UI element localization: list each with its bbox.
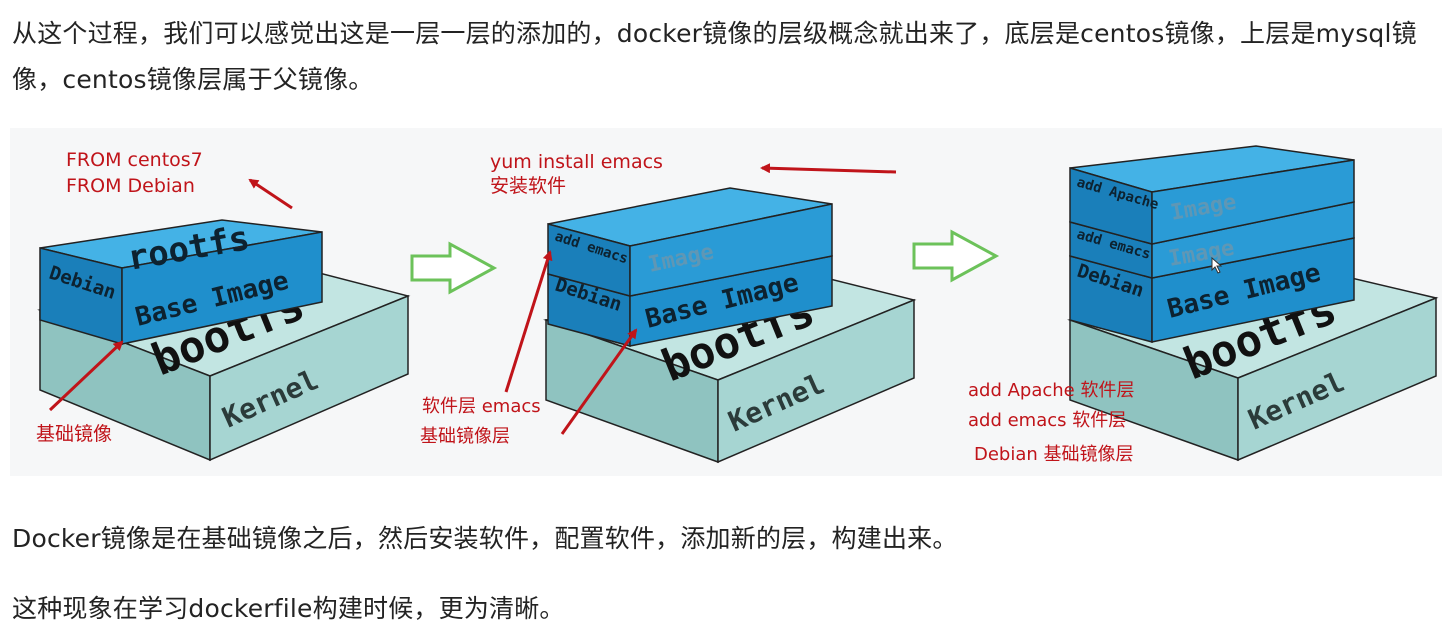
stack3-note-emacs: add emacs 软件层 xyxy=(968,410,1126,431)
stack-3: Kernel bootfs Debian Base Image add emac… xyxy=(968,145,1439,465)
next-arrow-2 xyxy=(912,229,1000,283)
stack1-arrow-up xyxy=(248,178,293,210)
stack3-note-apache: add Apache 软件层 xyxy=(968,380,1134,401)
stack2-arrow-emacs xyxy=(504,250,553,393)
stack2-note-layer-emacs: 软件层 emacs xyxy=(422,396,541,417)
dockerfile-paragraph: 这种现象在学习dockerfile构建时候，更为清晰。 xyxy=(12,594,565,623)
build-paragraph: Docker镜像是在基础镜像之后，然后安装软件，配置软件，添加新的层，构建出来。 xyxy=(12,524,958,553)
intro-paragraph: 从这个过程，我们可以感觉出这是一层一层的添加的，docker镜像的层级概念就出来… xyxy=(12,19,1417,94)
stack2-note-base-layer: 基础镜像层 xyxy=(420,426,510,447)
stack3-note-debian: Debian 基础镜像层 xyxy=(974,444,1134,465)
stack2-note-yum: yum install emacs xyxy=(490,151,663,173)
stack1-note-from-centos: FROM centos7 xyxy=(66,149,203,171)
stack1-note-base-image: 基础镜像 xyxy=(36,423,112,445)
stack1-note-from-debian: FROM Debian xyxy=(66,175,195,197)
stack-2: Kernel bootfs Debian Base Image add emac… xyxy=(420,151,917,464)
stack2-note-install: 安装软件 xyxy=(490,175,566,197)
stack-1: Kernel bootfs rootfs Debian Base Image F… xyxy=(36,149,411,462)
stack2-arrow-top xyxy=(760,163,897,174)
docker-layer-diagram: Kernel bootfs rootfs Debian Base Image F… xyxy=(10,128,1442,476)
next-arrow-1 xyxy=(410,241,498,295)
